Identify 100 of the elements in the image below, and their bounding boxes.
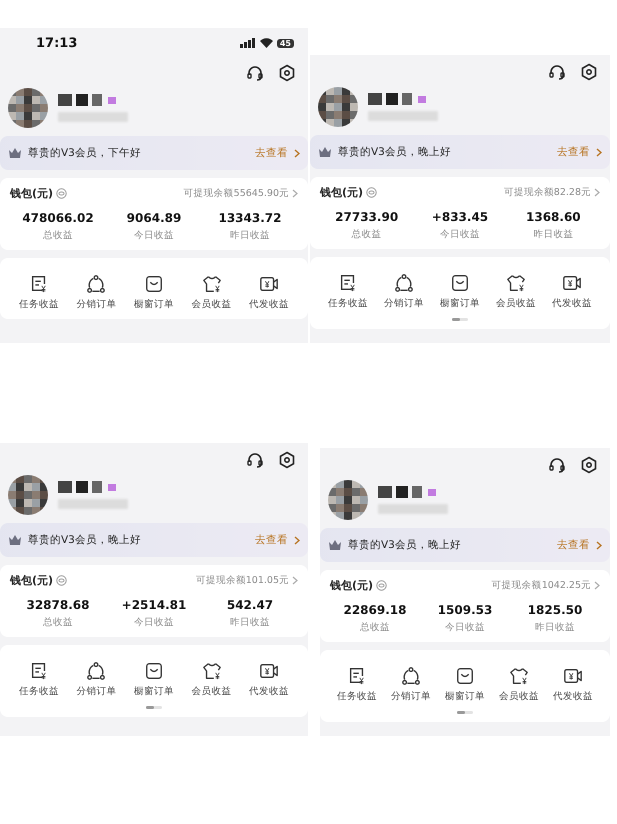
shirt-icon — [202, 661, 222, 681]
shortcut-button[interactable]: 橱窗订单 — [438, 666, 492, 703]
stat-label: 总收益 — [359, 621, 391, 634]
pixelated-avatar — [328, 480, 368, 520]
chevron-icon — [594, 581, 600, 590]
shortcut-button[interactable]: 橱窗订单 — [432, 273, 488, 310]
shortcut-button[interactable]: 代发收益 — [240, 274, 298, 311]
stat-label: 总收益 — [42, 229, 74, 242]
video-camera-icon — [259, 661, 280, 681]
shortcut-button[interactable]: 会员收益 — [182, 661, 240, 698]
withdrawable-balance[interactable]: 可提现余额55645.90元 — [184, 187, 289, 200]
chevron-icon — [594, 188, 600, 197]
pixelated-avatar — [8, 88, 48, 128]
video-camera-icon — [563, 666, 583, 686]
stat-label: 昨日收益 — [229, 616, 271, 629]
stat-value: 478066.02 — [21, 211, 95, 225]
shortcut-button[interactable]: 代发收益 — [546, 666, 600, 703]
wallet-title: 钱包(元) — [10, 573, 54, 588]
signal-icon — [240, 38, 256, 48]
crown-icon — [318, 146, 332, 158]
redacted-id — [378, 504, 448, 514]
redacted-name — [58, 481, 118, 493]
headset-icon[interactable] — [246, 451, 264, 469]
eye-icon[interactable] — [56, 575, 68, 586]
stat-label: 总收益 — [42, 616, 74, 629]
stat-label: 昨日收益 — [532, 228, 574, 241]
stat-label: 今日收益 — [438, 228, 481, 241]
stat-label: 今日收益 — [133, 229, 175, 242]
settings-icon[interactable] — [278, 64, 296, 82]
vip-banner[interactable]: 尊贵的V3会员，下午好 去查看 — [0, 136, 308, 170]
shortcut-button[interactable]: 代发收益 — [240, 661, 298, 698]
stat-value: 9064.89 — [126, 211, 182, 225]
stat-value: 542.47 — [226, 598, 274, 612]
stat-value: 32878.68 — [25, 598, 90, 612]
share-icon — [394, 273, 414, 293]
shortcut-button[interactable]: 代发收益 — [544, 273, 600, 310]
chevron-icon — [292, 189, 298, 198]
pixelated-avatar — [8, 475, 48, 515]
shortcut-button[interactable]: 任务收益 — [10, 274, 68, 311]
stat-value: 1368.60 — [525, 210, 582, 224]
withdrawable-balance[interactable]: 可提现余额1042.25元 — [492, 579, 591, 592]
shopping-bag-icon — [144, 661, 164, 681]
redacted-id — [58, 499, 128, 509]
chevron-icon — [596, 540, 602, 550]
shortcut-button[interactable]: 任务收益 — [10, 661, 68, 698]
stat-label: 昨日收益 — [229, 229, 271, 242]
settings-icon[interactable] — [278, 451, 296, 469]
stat-value: 22869.18 — [342, 603, 408, 617]
vip-greeting: 尊贵的V3会员，晚上好 — [28, 533, 142, 547]
stat-value: 1509.53 — [436, 603, 494, 617]
stat-value: +2514.81 — [120, 598, 188, 612]
chevron-icon — [292, 576, 298, 585]
shortcut-button[interactable]: 分销订单 — [68, 274, 126, 311]
eye-icon[interactable] — [366, 187, 378, 198]
vip-greeting: 尊贵的V3会员，晚上好 — [338, 145, 452, 159]
shortcut-button[interactable]: 任务收益 — [320, 273, 376, 310]
vip-banner[interactable]: 尊贵的V3会员，晚上好 去查看 — [0, 523, 308, 557]
stat-value: 1825.50 — [526, 603, 584, 617]
redacted-name — [368, 93, 428, 105]
chevron-icon — [294, 148, 300, 158]
vip-greeting: 尊贵的V3会员，下午好 — [28, 146, 142, 160]
wifi-icon — [260, 38, 273, 48]
status-time: 17:13 — [36, 36, 78, 50]
stat-label: 总收益 — [350, 228, 383, 241]
redacted-name — [58, 94, 118, 106]
redacted-name — [378, 486, 438, 498]
shirt-icon — [202, 274, 222, 294]
shortcut-button[interactable]: 会员收益 — [182, 274, 240, 311]
crown-icon — [328, 539, 342, 551]
shopping-bag-icon — [455, 666, 475, 686]
shortcut-button[interactable]: 分销订单 — [68, 661, 126, 698]
withdrawable-balance[interactable]: 可提现余额101.05元 — [196, 574, 289, 587]
shortcut-button[interactable]: 橱窗订单 — [125, 274, 183, 311]
shortcut-button[interactable]: 会员收益 — [492, 666, 546, 703]
settings-icon[interactable] — [580, 63, 598, 81]
headset-icon[interactable] — [246, 64, 264, 82]
vip-banner[interactable]: 尊贵的V3会员，晚上好 去查看 — [310, 135, 610, 169]
chevron-icon — [294, 536, 300, 544]
shortcut-button[interactable]: 橱窗订单 — [125, 661, 183, 698]
eye-icon[interactable] — [376, 580, 388, 591]
crown-icon — [8, 147, 22, 159]
shortcut-button[interactable]: 分销订单 — [384, 666, 438, 703]
vip-banner[interactable]: 尊贵的V3会员，晚上好 去查看 — [320, 528, 610, 562]
eye-icon[interactable] — [56, 188, 68, 199]
headset-icon[interactable] — [548, 63, 566, 81]
crown-icon — [8, 534, 22, 546]
pixelated-avatar — [318, 87, 358, 127]
stat-label: 今日收益 — [133, 616, 175, 629]
shortcut-button[interactable]: 任务收益 — [330, 666, 384, 703]
settings-icon[interactable] — [580, 456, 598, 474]
video-camera-icon — [259, 274, 280, 294]
chevron-icon — [596, 148, 602, 156]
shortcut-button[interactable]: 会员收益 — [488, 273, 544, 310]
shortcut-button[interactable]: 分销订单 — [376, 273, 432, 310]
headset-icon[interactable] — [548, 456, 566, 474]
share-icon — [86, 274, 106, 294]
withdrawable-balance[interactable]: 可提现余额82.28元 — [504, 186, 591, 199]
wallet-title: 钱包(元) — [10, 186, 54, 201]
stat-value: 13343.72 — [217, 211, 282, 225]
shirt-icon — [509, 666, 529, 686]
